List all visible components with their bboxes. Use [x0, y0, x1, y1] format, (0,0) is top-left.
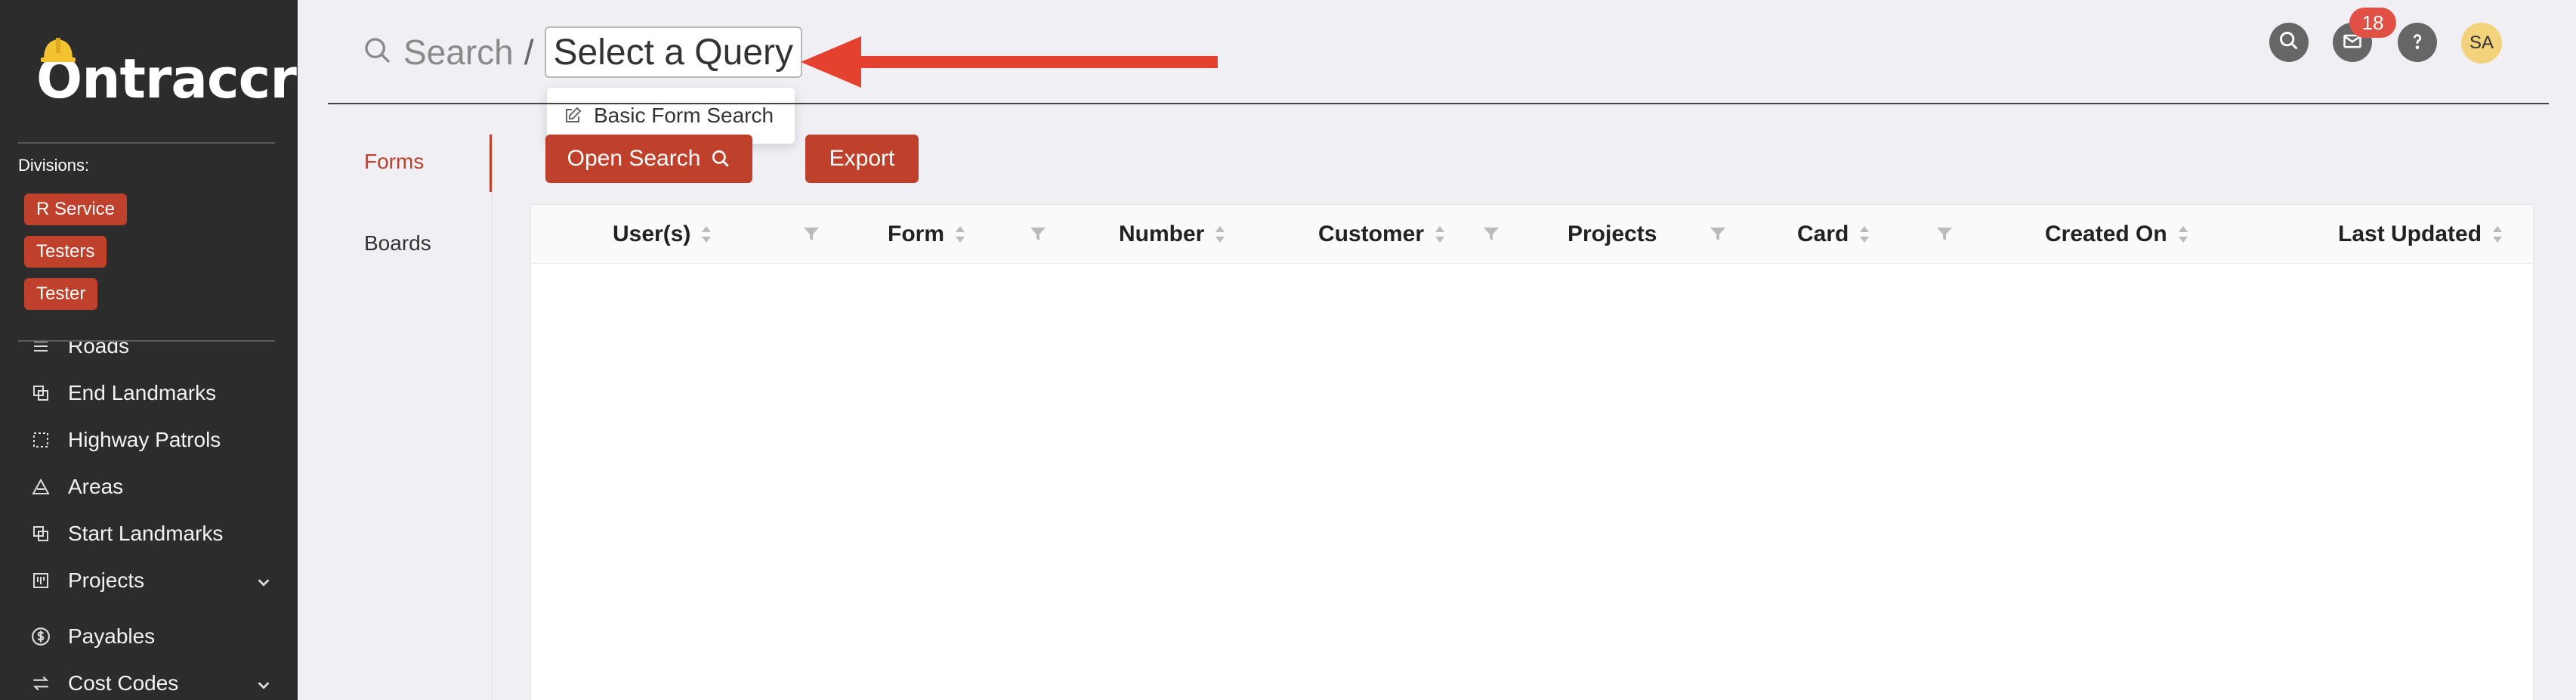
triangle-area-icon	[30, 476, 51, 497]
column-header-last-updated[interactable]: Last Updated	[2338, 205, 2503, 264]
breadcrumb-separator: /	[524, 33, 534, 72]
road-icon	[30, 342, 51, 357]
divisions-label: Divisions:	[18, 156, 90, 175]
sidebar-item-payables[interactable]: Payables	[30, 621, 272, 652]
filter-icon[interactable]	[1710, 226, 1726, 243]
dashed-square-icon	[30, 429, 51, 451]
header-divider	[328, 103, 2549, 104]
sidebar-item-end-landmarks[interactable]: End Landmarks	[30, 378, 272, 408]
division-badge-r-service[interactable]: R Service	[24, 194, 128, 225]
swap-icon	[30, 673, 51, 694]
column-label: Form	[888, 221, 944, 246]
query-select[interactable]: Select a Query	[544, 26, 803, 78]
notification-badge: 18	[2349, 8, 2396, 38]
sort-icon[interactable]	[1859, 226, 1870, 243]
sidebar-item-label: Areas	[68, 475, 124, 498]
column-header-form[interactable]: Form	[888, 205, 965, 264]
sidebar-item-cost-codes[interactable]: Cost Codes	[30, 668, 272, 698]
export-button[interactable]: Export	[805, 135, 919, 183]
column-label: Created On	[2045, 221, 2167, 246]
chevron-down-icon[interactable]	[255, 571, 272, 596]
search-icon	[711, 149, 730, 169]
sidebar: Ontraccr Divisions: R Service Testers Te…	[0, 0, 298, 700]
help-icon	[2406, 29, 2429, 56]
sidebar-item-label: Roads	[68, 334, 129, 358]
filter-icon[interactable]	[803, 226, 820, 243]
sort-icon[interactable]	[2178, 226, 2188, 243]
column-label: Last Updated	[2338, 221, 2482, 246]
search-icon	[363, 36, 393, 70]
column-header-projects[interactable]: Projects	[1568, 205, 1657, 264]
dollar-circle-icon	[30, 626, 51, 647]
division-badge-testers[interactable]: Testers	[24, 236, 107, 268]
sidebar-item-areas[interactable]: Areas	[30, 472, 272, 502]
sidebar-item-label: Cost Codes	[68, 671, 179, 695]
sidebar-item-projects[interactable]: Projects	[30, 565, 272, 596]
table-header: User(s) Form Number Customer Projects Ca…	[531, 205, 2533, 264]
landmark-icon	[30, 383, 51, 404]
sort-icon[interactable]	[701, 226, 712, 243]
project-board-icon	[30, 570, 51, 591]
sidebar-item-roads[interactable]: Roads	[30, 334, 272, 361]
column-label: Number	[1119, 221, 1205, 246]
header-help-button[interactable]	[2398, 23, 2437, 62]
sort-icon[interactable]	[955, 226, 965, 243]
filter-icon[interactable]	[1030, 226, 1046, 243]
search-title: Search	[403, 33, 514, 72]
sidebar-divider	[18, 142, 275, 144]
sidebar-item-highway-patrols[interactable]: Highway Patrols	[30, 425, 272, 455]
sidebar-item-start-landmarks[interactable]: Start Landmarks	[30, 519, 272, 549]
chevron-down-icon[interactable]	[255, 674, 272, 698]
edit-icon	[564, 107, 582, 125]
results-table: User(s) Form Number Customer Projects Ca…	[530, 204, 2534, 700]
query-option-label: Basic Form Search	[594, 104, 774, 127]
division-badge-tester[interactable]: Tester	[24, 278, 98, 310]
avatar[interactable]: SA	[2461, 23, 2502, 63]
column-label: Card	[1797, 221, 1849, 246]
search-icon	[2278, 30, 2300, 55]
column-label: Customer	[1318, 221, 1425, 246]
open-search-label: Open Search	[567, 146, 701, 171]
tabs-divider	[492, 135, 493, 700]
breadcrumb: Search / Select a Query	[363, 26, 803, 78]
column-header-created-on[interactable]: Created On	[2045, 205, 2188, 264]
sidebar-item-label: Highway Patrols	[68, 428, 221, 451]
column-header-customer[interactable]: Customer	[1318, 205, 1445, 264]
filter-icon[interactable]	[1483, 226, 1500, 243]
annotation-arrow	[801, 36, 1218, 88]
sort-icon[interactable]	[2492, 226, 2503, 243]
header-search-button[interactable]	[2269, 23, 2309, 62]
tab-forms[interactable]: Forms	[364, 150, 424, 174]
sidebar-item-label: Start Landmarks	[68, 522, 224, 545]
sidebar-item-label: Projects	[68, 568, 145, 592]
column-label: User(s)	[613, 221, 691, 246]
sort-icon[interactable]	[1435, 226, 1445, 243]
column-header-number[interactable]: Number	[1119, 205, 1225, 264]
column-label: Projects	[1568, 221, 1657, 246]
column-header-users[interactable]: User(s)	[613, 205, 712, 264]
open-search-button[interactable]: Open Search	[545, 135, 752, 183]
filter-icon[interactable]	[1936, 226, 1953, 243]
landmark-icon	[30, 523, 51, 544]
tab-boards[interactable]: Boards	[364, 231, 431, 256]
sidebar-item-label: End Landmarks	[68, 381, 217, 404]
hardhat-icon	[41, 38, 76, 62]
sort-icon[interactable]	[1215, 226, 1225, 243]
column-header-card[interactable]: Card	[1797, 205, 1870, 264]
sidebar-divider	[18, 340, 275, 342]
sidebar-item-label: Payables	[68, 624, 156, 648]
app-logo[interactable]: Ontraccr	[36, 38, 297, 106]
